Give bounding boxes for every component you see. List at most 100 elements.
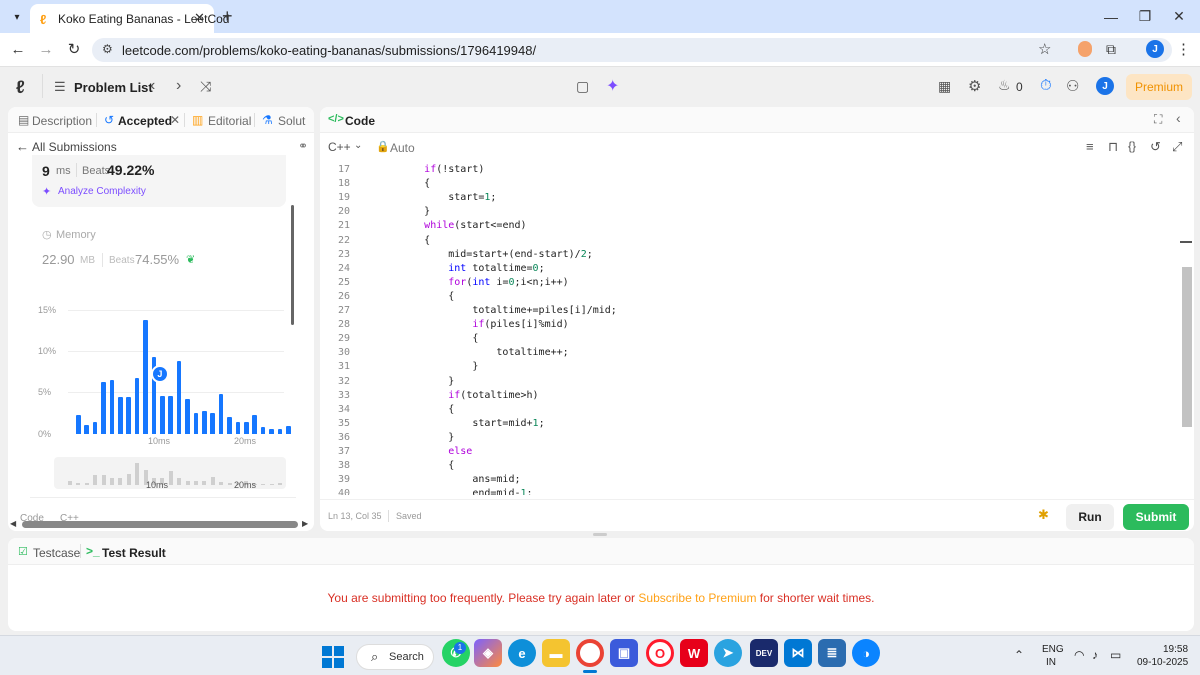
share-link-icon[interactable]: ⚭ <box>298 139 308 153</box>
bookmark-star-icon[interactable]: ☆ <box>1038 40 1051 58</box>
tab-close-icon[interactable]: ✕ <box>194 10 205 26</box>
code-line[interactable]: 40 end=mid-1; <box>320 487 1180 495</box>
chart-bar[interactable] <box>193 413 199 434</box>
copilot-icon[interactable]: ◈ <box>474 639 502 667</box>
code-line[interactable]: 22 { <box>320 234 1180 248</box>
chart-bar[interactable] <box>202 410 207 434</box>
streak-count[interactable]: 0 <box>1016 80 1023 94</box>
chart-bar[interactable] <box>244 422 249 434</box>
chart-bar[interactable] <box>92 422 98 434</box>
code-line[interactable]: 27 totaltime+=piles[i]/mid; <box>320 304 1180 318</box>
chart-bar[interactable] <box>210 413 215 434</box>
code-line[interactable]: 31 } <box>320 360 1180 374</box>
close-window-icon[interactable]: ✕ <box>1156 0 1200 33</box>
code-line[interactable]: 26 { <box>320 290 1180 304</box>
problem-list-link[interactable]: Problem List <box>74 80 153 95</box>
bookmark-icon[interactable]: ⊓ <box>1108 139 1118 155</box>
code-line[interactable]: 39 ans=mid; <box>320 473 1180 487</box>
code-editor[interactable]: 17 if(!start) 18 {19 start=1; 20 } 21 while… <box>320 163 1180 495</box>
code-line[interactable]: 23 mid=start+(end-start)/2; <box>320 248 1180 262</box>
code-line[interactable]: 34 { <box>320 403 1180 417</box>
store-icon[interactable]: ▣ <box>610 639 638 667</box>
horizontal-scrollbar[interactable] <box>22 521 298 528</box>
chart-bar[interactable] <box>118 396 123 434</box>
chevron-up-icon[interactable]: ⌃ <box>1014 648 1024 662</box>
chart-bar[interactable] <box>168 395 173 434</box>
code-line[interactable]: 29 { <box>320 332 1180 346</box>
notepad-icon[interactable]: ≣ <box>818 639 846 667</box>
tab-accepted[interactable]: Accepted <box>118 114 172 128</box>
list-icon[interactable]: ☰ <box>54 79 66 95</box>
wifi-icon[interactable]: ◠ <box>1074 648 1084 662</box>
chart-bar[interactable] <box>126 396 131 434</box>
code-line[interactable]: 30 totaltime++; <box>320 346 1180 360</box>
shuffle-icon[interactable]: ⤨ <box>200 78 211 95</box>
user-avatar[interactable]: J <box>1096 77 1114 95</box>
extension-icon[interactable] <box>1078 41 1092 57</box>
chrome-icon[interactable] <box>576 639 604 667</box>
scroll-left-icon[interactable]: ◀ <box>10 519 16 528</box>
format-icon[interactable]: ≡ <box>1086 139 1094 154</box>
premium-button[interactable]: Premium <box>1126 74 1192 100</box>
clock-time[interactable]: 19:58 <box>1163 644 1188 655</box>
code-line[interactable]: 20 } <box>320 205 1180 219</box>
expand-icon[interactable]: ⤢ <box>1172 139 1182 155</box>
prev-problem-icon[interactable]: ‹ <box>150 77 155 95</box>
devc-icon[interactable]: DEV <box>750 639 778 667</box>
code-line[interactable]: 37 else <box>320 445 1180 459</box>
forward-arrow-icon[interactable]: → <box>36 39 56 59</box>
back-arrow-icon[interactable]: ← <box>16 139 29 154</box>
tab-description[interactable]: Description <box>32 114 92 128</box>
reload-icon[interactable]: ↻ <box>64 39 84 59</box>
app-icon[interactable]: ◑ <box>852 639 880 667</box>
chart-bar[interactable] <box>277 429 283 434</box>
clock-date[interactable]: 09-10-2025 <box>1137 657 1188 668</box>
chart-bar[interactable] <box>227 416 232 434</box>
telegram-icon[interactable]: ➤ <box>714 639 742 667</box>
note-icon[interactable]: ▢ <box>576 78 589 95</box>
chart-bar[interactable] <box>218 394 224 434</box>
scroll-right-icon[interactable]: ▶ <box>302 519 308 528</box>
code-line[interactable]: 18 { <box>320 177 1180 191</box>
code-line[interactable]: 24 int totaltime=0; <box>320 262 1180 276</box>
add-friend-icon[interactable]: ⚇ <box>1066 77 1079 95</box>
chart-bar[interactable] <box>160 395 165 434</box>
language-select[interactable]: C++ <box>328 140 351 154</box>
tab-search-icon[interactable]: ▾ <box>8 8 26 26</box>
next-problem-icon[interactable]: › <box>176 77 181 95</box>
code-line[interactable]: 35 start=mid+1; <box>320 417 1180 431</box>
chart-bar[interactable] <box>235 421 241 434</box>
browser-menu-icon[interactable]: ⋮ <box>1176 40 1191 58</box>
chart-range-overview[interactable]: 10ms 20ms <box>54 457 286 490</box>
chart-bar[interactable] <box>252 415 257 434</box>
timer-icon[interactable]: ⏱ <box>1040 77 1052 94</box>
language-bottom[interactable]: IN <box>1046 657 1056 668</box>
chart-bar[interactable] <box>269 429 274 434</box>
close-tab-icon[interactable]: ✕ <box>170 113 180 127</box>
code-line[interactable]: 32 } <box>320 375 1180 389</box>
chart-bar[interactable] <box>134 377 140 434</box>
address-bar[interactable]: ⚙ leetcode.com/problems/koko-eating-bana… <box>92 38 1191 62</box>
subscribe-premium-link[interactable]: Subscribe to Premium <box>638 591 756 605</box>
new-tab-button[interactable]: + <box>222 6 233 27</box>
file-explorer-icon[interactable]: ▬ <box>542 639 570 667</box>
layout-icon[interactable]: ▦ <box>938 78 951 95</box>
code-line[interactable]: 33 if(totaltime>h) <box>320 389 1180 403</box>
chart-bar[interactable] <box>176 361 182 434</box>
code-line[interactable]: 28 if(piles[i]%mid) <box>320 318 1180 332</box>
chart-bar[interactable] <box>84 424 89 434</box>
back-arrow-icon[interactable]: ← <box>8 39 28 59</box>
chart-bar[interactable] <box>185 399 190 434</box>
leetcode-logo-icon[interactable]: ℓ <box>16 77 25 98</box>
resize-handle[interactable] <box>593 533 607 536</box>
ai-sparkle-icon[interactable]: ✦ <box>606 76 619 96</box>
language-top[interactable]: ENG <box>1042 644 1064 655</box>
profile-avatar[interactable]: J <box>1146 40 1164 58</box>
code-line[interactable]: 19 start=1; <box>320 191 1180 205</box>
code-line[interactable]: 38 { <box>320 459 1180 473</box>
extensions-puzzle-icon[interactable]: ⧉ <box>1106 41 1116 58</box>
chevron-down-icon[interactable]: ⌄ <box>354 140 362 151</box>
code-line[interactable]: 25 for(int i=0;i<n;i++) <box>320 276 1180 290</box>
volume-icon[interactable]: ♪ <box>1092 648 1098 662</box>
battery-icon[interactable]: ▭ <box>1110 648 1121 662</box>
